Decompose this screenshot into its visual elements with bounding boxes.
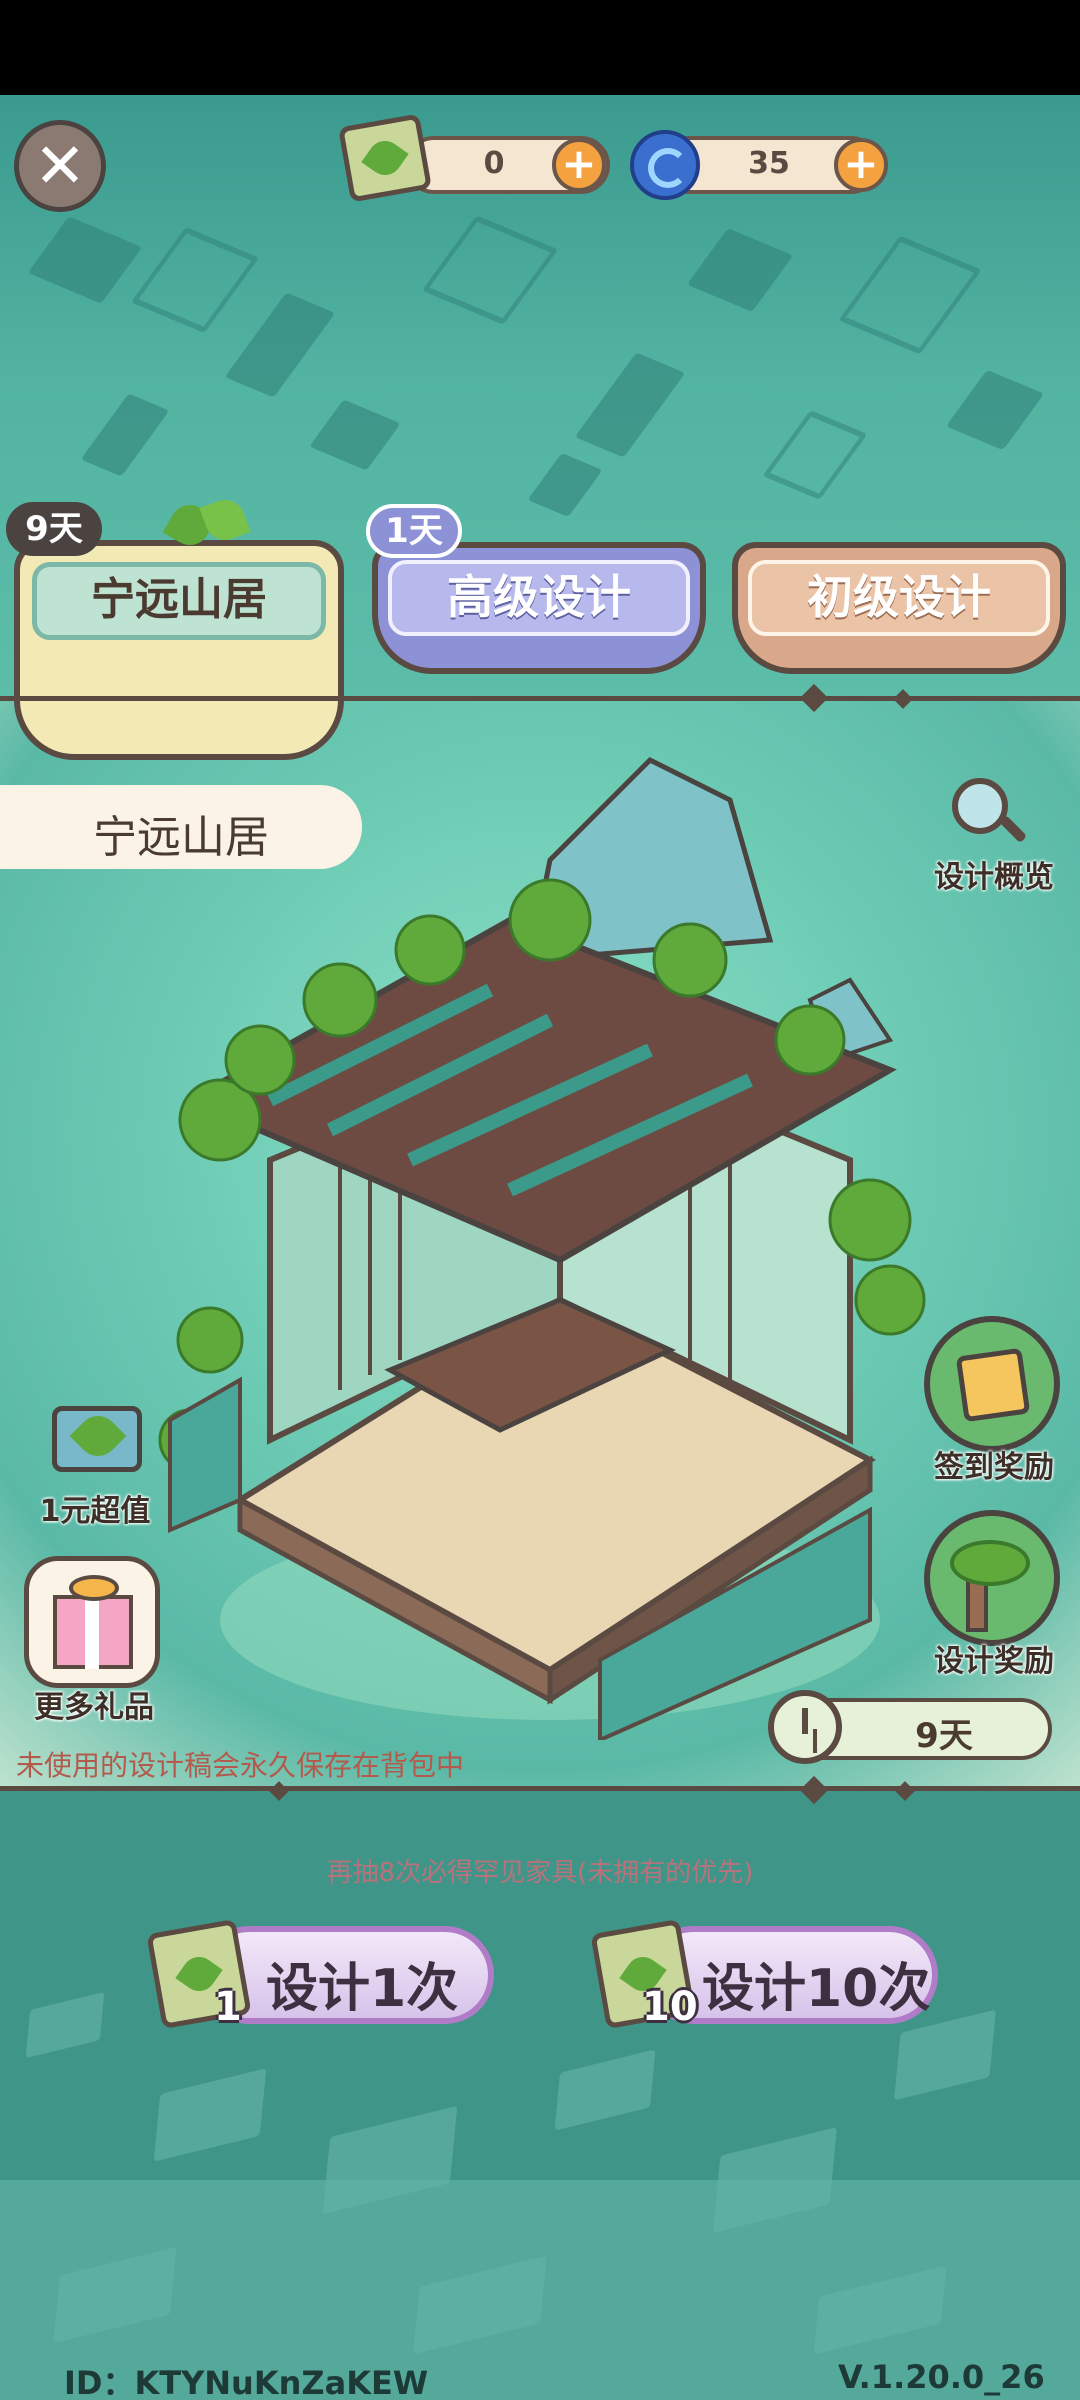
recharge-label[interactable]: 1元超值 [20, 1486, 170, 1530]
add-swirl-button[interactable]: + [834, 138, 888, 192]
gift-ribbon [85, 1595, 99, 1669]
more-gifts-label[interactable]: 更多礼品 [14, 1682, 174, 1726]
leaf-decoration-icon [160, 494, 260, 555]
close-icon: ✕ [34, 129, 86, 202]
tab-ningyuan-badge: 9天 [6, 502, 102, 556]
more-gifts-button[interactable] [24, 1556, 160, 1688]
checkin-reward-label[interactable]: 签到奖励 [914, 1442, 1074, 1486]
tab-basic-label: 初级设计 [748, 560, 1050, 636]
swirl-currency-icon [630, 130, 700, 200]
game-screen: ✕ 0 + 35 + 宁远山居 9天 高级设计 1天 初级设计 宁远山居 设计概… [0, 0, 1080, 2400]
storage-note: 未使用的设计稿会永久保存在背包中 [16, 1749, 465, 1782]
checkin-reward-button[interactable] [924, 1316, 1060, 1452]
scroll-currency-value: 0 [483, 146, 505, 181]
swirl-currency-value: 35 [748, 146, 790, 181]
scroll-icon [338, 113, 432, 203]
design-ten-label: 设计10次 [702, 1959, 931, 2019]
version-label: V.1.20.0_26 [838, 2358, 1045, 2396]
tab-advanced-design[interactable]: 高级设计 [372, 542, 706, 674]
add-scroll-button[interactable]: + [552, 138, 606, 192]
calendar-icon [955, 1347, 1031, 1423]
recharge-chest-icon[interactable] [52, 1386, 144, 1478]
tab-advanced-label: 高级设计 [388, 560, 690, 636]
tab-ningyuan-label: 宁远山居 [32, 562, 326, 640]
gift-bow [69, 1575, 119, 1601]
status-bar [0, 0, 1080, 95]
clock-icon [768, 1690, 842, 1764]
player-id: ID：KTYNuKnZaKEW [64, 2364, 429, 2400]
pity-hint: 再抽8次必得罕见家具(未拥有的优先) [326, 1858, 754, 1888]
tab-basic-design[interactable]: 初级设计 [732, 542, 1066, 674]
pavilion-illustration [158, 756, 926, 1740]
design-reward-label[interactable]: 设计奖励 [914, 1636, 1074, 1680]
bottom-divider [0, 1786, 1080, 1791]
design-reward-button[interactable] [924, 1510, 1060, 1646]
event-timer-text: 9天 [915, 1716, 973, 1756]
tab-advanced-badge: 1天 [366, 504, 462, 558]
tab-ningyuan[interactable]: 宁远山居 [14, 540, 344, 760]
close-button[interactable]: ✕ [14, 120, 106, 212]
design-once-label: 设计1次 [266, 1959, 459, 2019]
design-once-cost: 1 [214, 1984, 242, 2030]
design-ten-cost: 10 [642, 1984, 698, 2030]
tabs-divider [0, 696, 1080, 701]
bonsai-leaves [950, 1540, 1030, 1586]
